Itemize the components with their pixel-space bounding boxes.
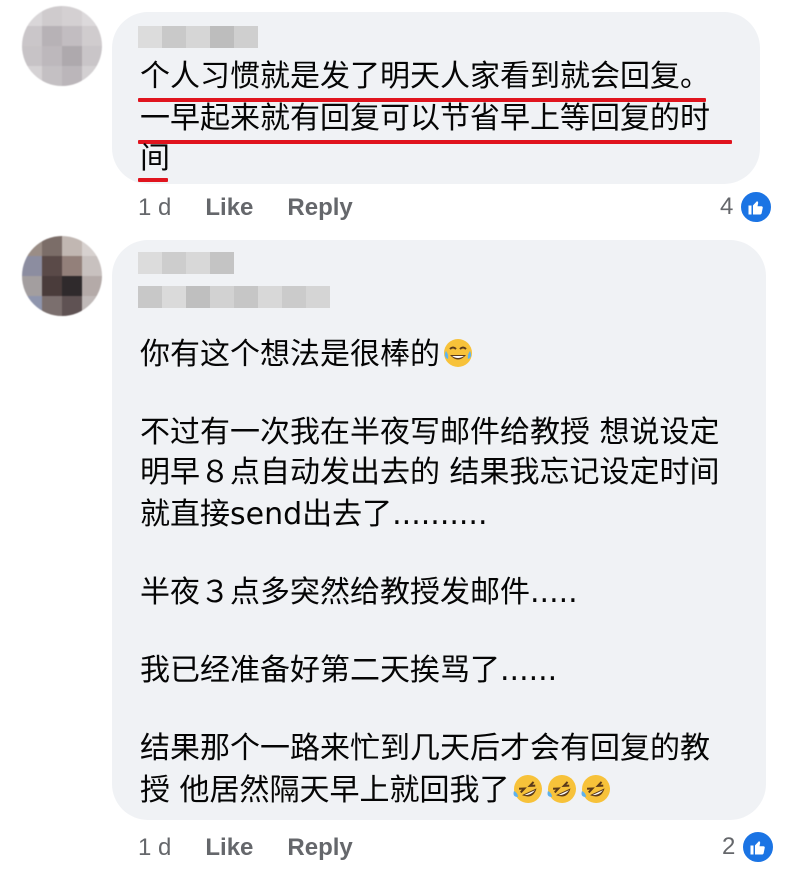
rolling-on-floor-laughing-icon — [581, 775, 610, 803]
comment-2: 你有这个想法是很棒的 不过有一次我在半夜写邮件给教授 想说设定 明早８点自动发出… — [0, 230, 800, 874]
rolling-on-floor-laughing-icon — [547, 775, 576, 803]
face-with-tears-of-joy-icon — [444, 339, 472, 367]
comment-text-line: 半夜３点多突然给教授发邮件..... — [140, 575, 578, 610]
red-underline — [138, 140, 732, 144]
avatar[interactable] — [22, 236, 102, 316]
like-button[interactable]: Like — [205, 834, 253, 862]
comment-text: 你有这个想法是很棒的 — [140, 337, 440, 372]
timestamp[interactable]: 1 d — [138, 194, 171, 222]
reaction-count: 2 — [722, 833, 736, 860]
comment-text-line: 个人习惯就是发了明天人家看到就会回复。 — [140, 59, 710, 94]
comment-text-line: 我已经准备好第二天挨骂了...... — [140, 653, 558, 688]
reaction-summary[interactable]: 4 — [720, 190, 774, 224]
avatar[interactable] — [22, 6, 102, 86]
author-name-redacted[interactable] — [138, 26, 258, 48]
comment-text-line: 间 — [140, 141, 170, 176]
comment-bubble: 个人习惯就是发了明天人家看到就会回复。 一早起来就有回复可以节省早上等回复的时 … — [112, 12, 760, 184]
like-button[interactable]: Like — [205, 194, 253, 222]
reply-button[interactable]: Reply — [287, 194, 352, 222]
reaction-summary[interactable]: 2 — [722, 830, 776, 864]
comment-text-line: 结果那个一路来忙到几天后才会有回复的教 — [140, 731, 710, 766]
reaction-count: 4 — [720, 193, 734, 220]
like-icon — [739, 190, 774, 224]
author-name-redacted[interactable] — [138, 252, 234, 274]
comment-text-line: 一早起来就有回复可以节省早上等回复的时 — [140, 101, 710, 136]
like-icon — [741, 830, 776, 864]
comment-actions: 1 d Like Reply — [138, 194, 387, 222]
author-subtitle-redacted — [138, 286, 330, 308]
red-underline — [138, 178, 168, 182]
reply-button[interactable]: Reply — [287, 834, 352, 862]
comment-text-line: 就直接send出去了.......... — [140, 497, 488, 532]
comment-actions: 1 d Like Reply — [138, 834, 387, 862]
timestamp[interactable]: 1 d — [138, 834, 171, 862]
comment-text-line: 不过有一次我在半夜写邮件给教授 想说设定 — [140, 415, 720, 450]
rolling-on-floor-laughing-icon — [513, 775, 542, 803]
comment-text-line: 明早８点自动发出去的 结果我忘记设定时间 — [140, 455, 720, 490]
comment-text: 授 他居然隔天早上就回我了 — [140, 773, 510, 808]
comment-text-line: 你有这个想法是很棒的 — [140, 336, 474, 374]
comment-text-line: 授 他居然隔天早上就回我了 — [140, 772, 612, 810]
comment-1: 个人习惯就是发了明天人家看到就会回复。 一早起来就有回复可以节省早上等回复的时 … — [0, 0, 800, 230]
comment-bubble: 你有这个想法是很棒的 不过有一次我在半夜写邮件给教授 想说设定 明早８点自动发出… — [112, 240, 766, 820]
